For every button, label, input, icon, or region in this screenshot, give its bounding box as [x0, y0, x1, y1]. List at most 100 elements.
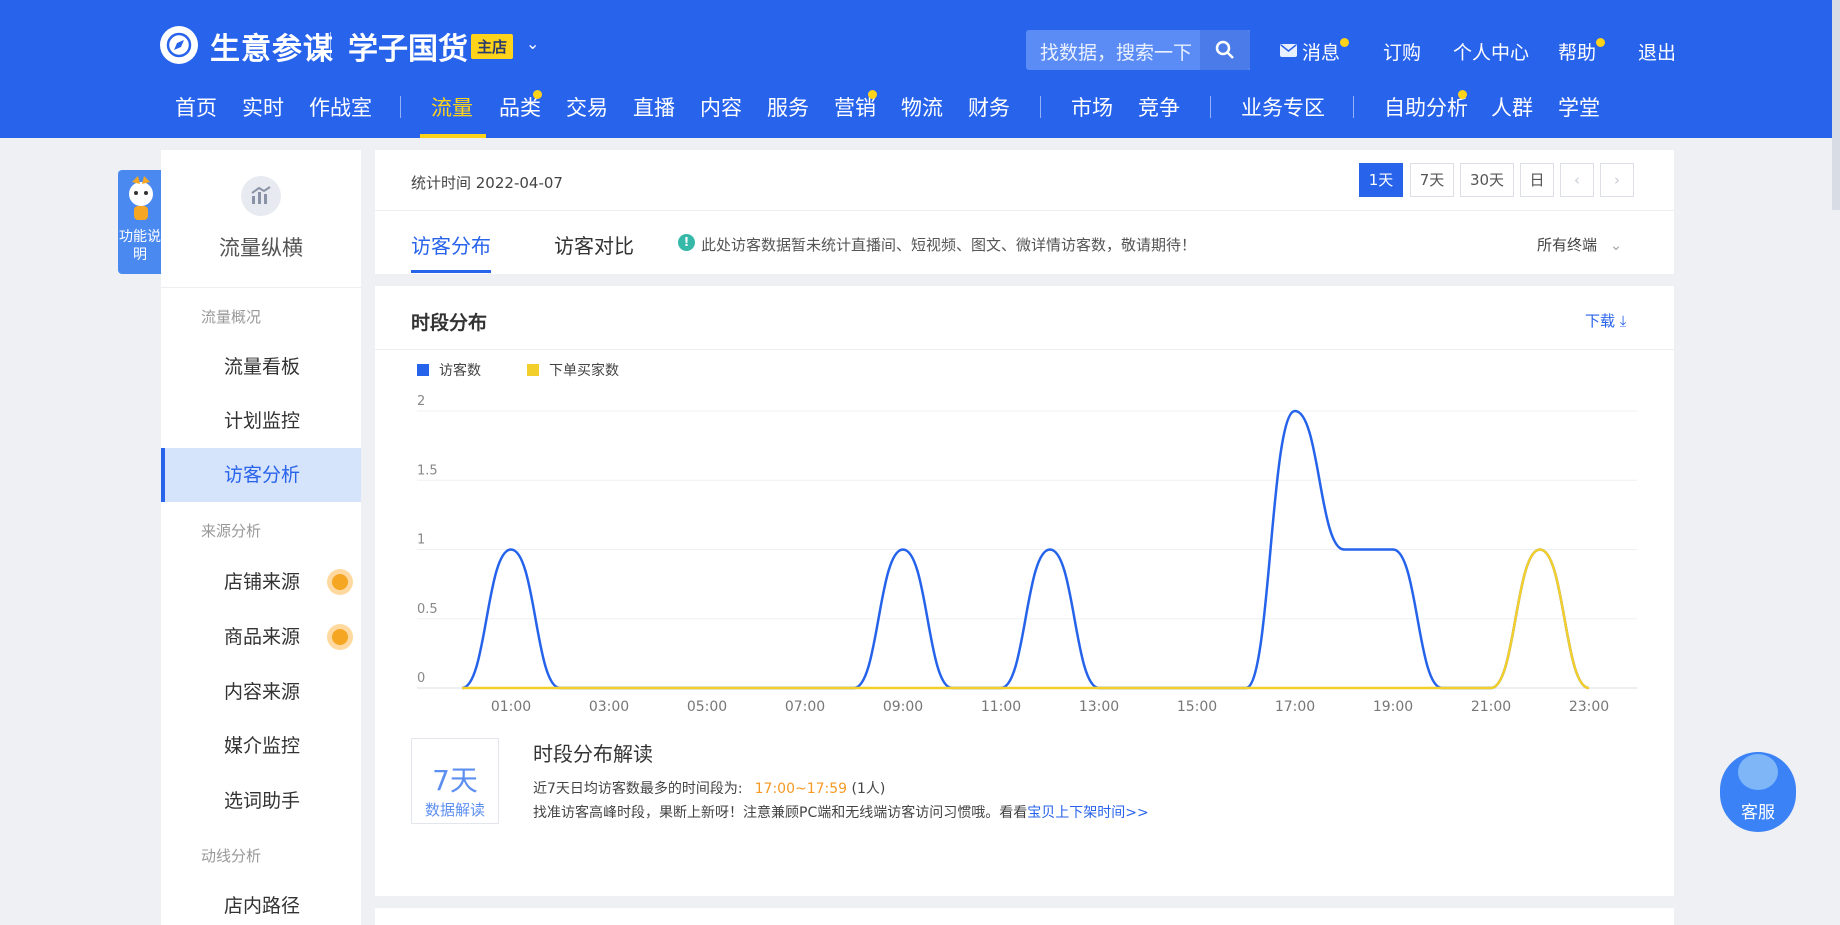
peak-time: 17:00~17:59	[754, 781, 848, 797]
x-tick-label: 17:00	[1275, 699, 1315, 715]
chevron-down-icon[interactable]: ⌄	[526, 34, 539, 53]
time-distribution-chart[interactable]: 0 0.5 1 1.5 2 01:00 03:00 05:00 07:00 09:00 11:00 1…	[375, 286, 1674, 726]
x-tick-label: 15:00	[1177, 699, 1217, 715]
nav-market[interactable]: 市场	[1071, 92, 1113, 122]
new-badge-icon	[327, 569, 353, 595]
sidebar-item-store-path[interactable]: 店内路径	[161, 879, 361, 925]
notification-dot	[533, 90, 542, 99]
scrollbar[interactable]	[1832, 0, 1840, 210]
top-header: 生意参谋 学子国货 主店 ⌄ 找数据，搜索一下 消息 订购 个人中心 帮助 退出…	[0, 0, 1840, 138]
nav-business-zone[interactable]: 业务专区	[1241, 92, 1325, 122]
peak-count: (1人)	[851, 781, 886, 797]
nav-divider	[1353, 96, 1354, 118]
compass-logo-icon[interactable]	[160, 26, 198, 64]
chevron-right-icon: ›	[1614, 171, 1620, 189]
brand-name[interactable]: 生意参谋	[210, 24, 334, 68]
x-tick-label: 03:00	[589, 699, 629, 715]
calendar-big-text: 7天	[432, 764, 478, 797]
x-tick-label: 13:00	[1079, 699, 1119, 715]
customer-service-button[interactable]: 客服	[1720, 752, 1796, 832]
sidebar-item-keyword-helper[interactable]: 选词助手	[161, 774, 361, 828]
terminal-select-value: 所有终端	[1537, 236, 1598, 254]
shop-badge: 主店	[471, 34, 514, 59]
filter-card: 统计时间 2022-04-07 1天 7天 30天 日 ‹ › 访客分布 访客对…	[375, 150, 1674, 274]
x-tick-label: 19:00	[1373, 699, 1413, 715]
prev-date-button[interactable]: ‹	[1560, 163, 1594, 197]
nav-traffic[interactable]: 流量	[431, 92, 473, 122]
shop-name[interactable]: 学子国货	[348, 24, 468, 68]
mascot-icon	[129, 176, 153, 220]
notice-text: 此处访客数据暂未统计直播间、短视频、图文、微详情访客数，敬请期待！	[701, 236, 1197, 254]
notification-dot	[868, 90, 877, 99]
nav-academy[interactable]: 学堂	[1558, 92, 1600, 122]
nav-home[interactable]: 首页	[175, 92, 217, 122]
nav-crowd[interactable]: 人群	[1491, 92, 1533, 122]
shelf-time-link[interactable]: 宝贝上下架时间>>	[1027, 805, 1148, 821]
nav-content[interactable]: 内容	[700, 92, 742, 122]
nav-trade[interactable]: 交易	[566, 92, 608, 122]
traffic-chart-icon	[241, 176, 281, 216]
x-tick-label: 05:00	[687, 699, 727, 715]
subscribe-link[interactable]: 订购	[1383, 38, 1421, 65]
nav-live[interactable]: 直播	[633, 92, 675, 122]
x-tick-label: 21:00	[1471, 699, 1511, 715]
nav-active-indicator	[420, 134, 486, 138]
nav-divider	[1040, 96, 1041, 118]
divider	[330, 32, 331, 60]
x-tick-label: 01:00	[491, 699, 531, 715]
sidebar-item-plan-monitor[interactable]: 计划监控	[161, 394, 361, 448]
nav-realtime[interactable]: 实时	[242, 92, 284, 122]
notification-dot	[1596, 38, 1605, 47]
stat-time: 统计时间 2022-04-07	[411, 174, 563, 192]
tab-active-indicator	[411, 270, 491, 273]
y-tick-label: 0.5	[417, 602, 438, 617]
x-tick-label: 11:00	[981, 699, 1021, 715]
interpretation-tip: 找准访客高峰时段，果断上新呀！注意兼顾PC端和无线端访客访问习惯哦。看看	[533, 805, 1028, 821]
nav-war-room[interactable]: 作战室	[309, 92, 372, 122]
elephant-mascot-icon	[1738, 754, 1778, 790]
sidebar-item-label: 商品来源	[224, 626, 301, 648]
help-label: 功能说明	[119, 229, 161, 263]
terminal-select[interactable]: 所有终端 ⌄	[1537, 234, 1622, 255]
sidebar: 流量纵横 流量概况 流量看板 计划监控 访客分析 来源分析 店铺来源 商品来源 …	[161, 150, 361, 925]
sidebar-item-store-source[interactable]: 店铺来源	[161, 555, 361, 609]
chevron-left-icon: ‹	[1574, 171, 1580, 189]
nav-logistics[interactable]: 物流	[901, 92, 943, 122]
range-30-day-button[interactable]: 30天	[1460, 163, 1514, 197]
tab-visitor-distribution[interactable]: 访客分布	[411, 230, 491, 259]
sidebar-item-visitor-analysis[interactable]: 访客分析	[161, 448, 361, 502]
tab-visitor-compare[interactable]: 访客对比	[554, 230, 634, 259]
mail-icon	[1280, 44, 1297, 57]
personal-center-link[interactable]: 个人中心	[1453, 38, 1529, 65]
sidebar-group-label: 流量概况	[201, 308, 262, 326]
new-badge-icon	[327, 624, 353, 650]
logout-link[interactable]: 退出	[1638, 38, 1676, 65]
y-tick-label: 1.5	[417, 463, 438, 478]
sidebar-item-traffic-board[interactable]: 流量看板	[161, 340, 361, 394]
sidebar-item-media-monitor[interactable]: 媒介监控	[161, 719, 361, 773]
notification-dot	[1458, 90, 1467, 99]
range-7-day-button[interactable]: 7天	[1410, 163, 1454, 197]
nav-service[interactable]: 服务	[767, 92, 809, 122]
sidebar-title: 流量纵横	[219, 236, 303, 260]
nav-self-analysis[interactable]: 自助分析	[1384, 92, 1468, 122]
feature-help-button[interactable]: 功能说明	[118, 170, 162, 274]
interpretation-prefix: 近7天日均访客数最多的时间段为:	[533, 781, 743, 797]
next-date-button[interactable]: ›	[1600, 163, 1634, 197]
next-card	[375, 908, 1674, 925]
sidebar-item-product-source[interactable]: 商品来源	[161, 610, 361, 664]
interpretation-title: 时段分布解读	[533, 742, 653, 766]
messages-link[interactable]: 消息	[1302, 38, 1340, 65]
range-1-day-button[interactable]: 1天	[1359, 163, 1403, 197]
customer-service-label: 客服	[1741, 803, 1775, 823]
nav-finance[interactable]: 财务	[968, 92, 1010, 122]
search-button[interactable]	[1200, 30, 1250, 70]
nav-divider	[1210, 96, 1211, 118]
sidebar-item-content-source[interactable]: 内容来源	[161, 665, 361, 719]
interpretation-line2: 找准访客高峰时段，果断上新呀！注意兼顾PC端和无线端访客访问习惯哦。看看宝贝上下…	[533, 802, 1149, 822]
range-day-button[interactable]: 日	[1520, 163, 1554, 197]
sidebar-group-label: 来源分析	[201, 522, 262, 540]
nav-competition[interactable]: 竞争	[1138, 92, 1180, 122]
info-icon: !	[678, 234, 695, 251]
help-link[interactable]: 帮助	[1558, 38, 1596, 65]
